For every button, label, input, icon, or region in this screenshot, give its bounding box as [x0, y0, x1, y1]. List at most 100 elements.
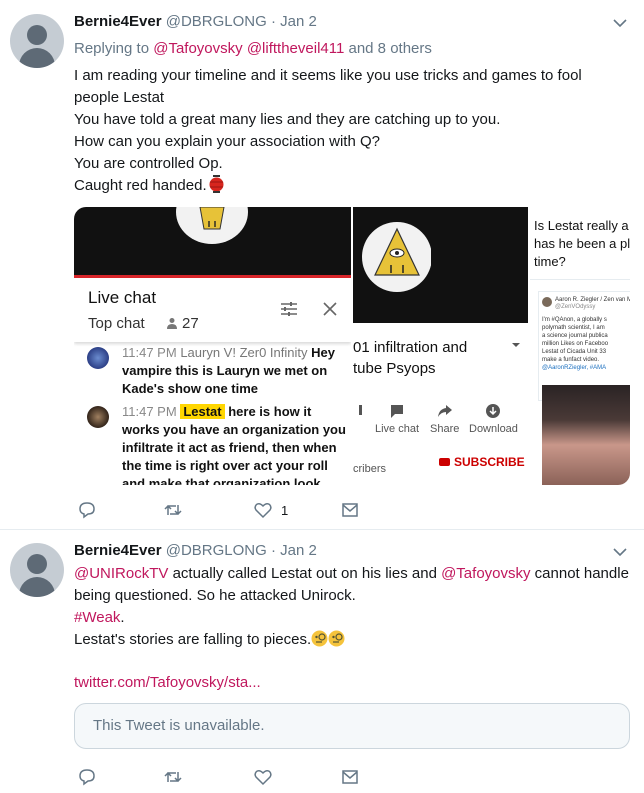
like-count: 1 — [281, 502, 289, 518]
like-button[interactable]: 1 — [253, 500, 288, 520]
reply-icon — [79, 769, 95, 786]
reply-icon — [79, 502, 95, 519]
expand-caret-icon — [512, 343, 520, 347]
reply-button[interactable] — [77, 767, 105, 787]
question-line: time? — [534, 254, 566, 269]
tweet-header: Bernie4Ever @DBRGLONG · Jan 2 — [74, 542, 317, 559]
question-line: Is Lestat really a — [534, 218, 629, 233]
action-download: Download — [469, 403, 518, 435]
card-body: I'm #QAnon, a globally s polymath scient… — [542, 316, 608, 372]
replying-to: Replying to @Tafoyovsky @lifttheveil411 … — [74, 40, 432, 57]
author-name[interactable]: Bernie4Ever — [74, 13, 162, 30]
chat-user: Lauryn V! Zer0 Infinity — [180, 345, 308, 360]
illuminati-logo-icon — [176, 207, 248, 244]
retweet-button[interactable] — [163, 500, 191, 520]
viewer-count: 27 — [166, 315, 199, 332]
card-line: million Likes on Faceboo — [542, 341, 609, 347]
text-line: You are controlled Op. — [74, 155, 223, 172]
text-line: Caught red handed. — [74, 177, 207, 194]
text-line: being questioned. So he attacked Unirock… — [74, 587, 356, 604]
others-label[interactable]: and 8 others — [348, 40, 431, 57]
separator-dot: · — [270, 542, 276, 559]
dm-button[interactable] — [340, 500, 368, 520]
video-title-line: 01 infiltration and — [353, 339, 468, 356]
mention-link[interactable]: @Tafoyovsky — [153, 40, 242, 57]
text-segment: Lestat's stories are falling to pieces. — [74, 631, 312, 648]
avatar[interactable] — [10, 543, 64, 597]
card-line: polymath scientist, I am — [542, 325, 605, 331]
text-segment: cannot handle — [530, 565, 629, 582]
viewer-count-value: 27 — [182, 315, 199, 332]
quoted-tweet-unavailable[interactable]: This Tweet is unavailable. — [74, 703, 630, 749]
caret-down-icon[interactable] — [612, 15, 628, 31]
card-line: make a funfact video. — [542, 357, 600, 363]
avatar[interactable] — [10, 14, 64, 68]
text-line: #Weak. — [74, 607, 634, 629]
envelope-icon — [342, 503, 358, 517]
retweet-icon — [164, 771, 182, 783]
portrait-photo — [542, 385, 630, 485]
heart-icon — [254, 770, 272, 786]
action-label: Share — [430, 423, 460, 435]
retweet-icon — [164, 504, 182, 516]
person-icon — [167, 318, 177, 329]
avatar — [542, 297, 552, 307]
action-label: Live chat — [375, 423, 420, 435]
action-label: Download — [469, 423, 518, 435]
live-chat-title: Live chat — [88, 288, 157, 307]
mention-link[interactable]: @Tafoyovsky — [441, 565, 530, 582]
media-image-screenshot[interactable]: Is Lestat really a has he been a pl time… — [530, 207, 630, 485]
author-handle[interactable]: @DBRGLONG — [166, 542, 267, 559]
video-title: 01 infiltration and tube Psyops — [353, 337, 523, 379]
replying-to-label: Replying to — [74, 40, 150, 57]
author-handle[interactable]: @DBRGLONG — [166, 13, 267, 30]
hashtag-link[interactable]: #Weak — [74, 609, 120, 626]
tune-icon — [281, 302, 297, 316]
question-line: has he been a pl — [534, 236, 630, 251]
timestamp[interactable]: Jan 2 — [280, 542, 317, 559]
top-chat-label: Top chat — [88, 315, 145, 332]
text-line: people Lestat — [74, 89, 165, 106]
question-text: Is Lestat really a has he been a pl time… — [534, 217, 630, 271]
caret-down-icon[interactable] — [612, 544, 628, 560]
chat-time: 11:47 PM — [122, 404, 177, 419]
tweet-link[interactable]: twitter.com/Tafoyovsky/sta... — [74, 674, 261, 691]
live-chat-header: Live chat Top chat 27 — [74, 278, 351, 342]
card-line: Lestat of Cicada Unit 33 — [542, 349, 607, 355]
like-button[interactable] — [253, 767, 281, 787]
tweet-1[interactable]: Bernie4Ever @DBRGLONG · Jan 2 Replying t… — [0, 0, 644, 530]
share-icon — [437, 405, 452, 417]
dm-button[interactable] — [340, 767, 368, 787]
monocle-emoji-icon — [328, 630, 345, 647]
close-icon — [323, 302, 337, 316]
mention-link[interactable]: @lifttheveil411 — [247, 40, 345, 57]
media-grid[interactable]: Live chat Top chat 27 11:47 PM Lauryn V!… — [74, 207, 630, 485]
video-frame — [353, 207, 528, 323]
retweet-button[interactable] — [163, 767, 191, 787]
chat-avatar — [87, 406, 109, 428]
mention-link[interactable]: @UNIRockTV — [74, 565, 168, 582]
text-line: You have told a great many lies and they… — [74, 111, 501, 128]
tweet-2[interactable]: Bernie4Ever @DBRGLONG · Jan 2 @UNIRockTV… — [0, 531, 644, 793]
tweet-actions — [74, 767, 394, 789]
text-line-last: Caught red handed. — [74, 175, 634, 197]
divider — [530, 279, 630, 280]
video-frame — [74, 207, 351, 275]
subscribe-button: SUBSCRIBE — [439, 455, 525, 469]
card-line: @AaronRZiegler, #AMA — [542, 365, 607, 371]
tweet-text: I am reading your timeline and it seems … — [74, 65, 634, 197]
video-actions: Live chat Share Download — [353, 403, 528, 443]
author-name[interactable]: Bernie4Ever — [74, 542, 162, 559]
text-line: @UNIRockTV actually called Lestat out on… — [74, 563, 634, 585]
youtube-play-icon — [439, 458, 450, 466]
media-image-video[interactable]: 01 infiltration and tube Psyops Live cha… — [353, 207, 528, 485]
card-line: a science journal publica — [542, 333, 608, 339]
chat-time: 11:47 PM — [122, 345, 177, 360]
action-live-chat: Live chat — [375, 403, 419, 435]
text-segment: . — [120, 609, 125, 626]
video-title-line: tube Psyops — [353, 360, 436, 377]
timestamp[interactable]: Jan 2 — [280, 13, 317, 30]
reply-button[interactable] — [77, 500, 105, 520]
media-image-live-chat[interactable]: Live chat Top chat 27 11:47 PM Lauryn V!… — [74, 207, 351, 485]
subscribe-label: SUBSCRIBE — [454, 455, 525, 469]
